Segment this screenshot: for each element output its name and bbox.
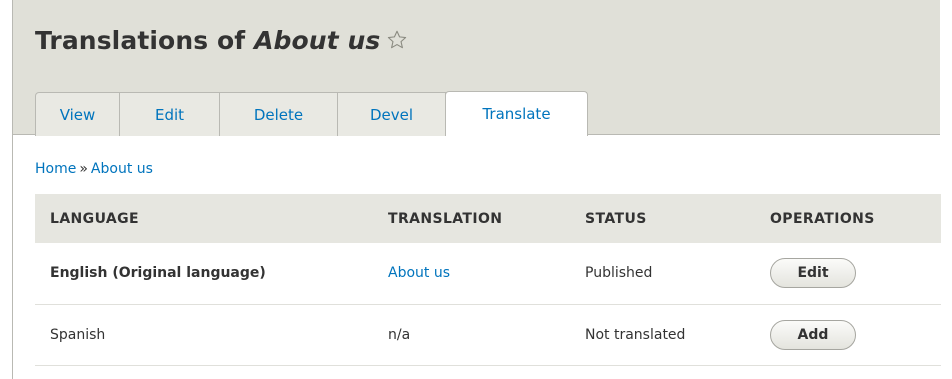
column-header-status: STATUS (585, 210, 647, 227)
table-row: English (Original language) About us Pub… (35, 243, 941, 304)
translation-link[interactable]: About us (388, 265, 450, 281)
table-row: Spanish n/a Not translated Add (35, 304, 941, 365)
breadcrumb-about-us[interactable]: About us (91, 161, 153, 177)
row-language: Spanish (50, 326, 106, 343)
row-language: English (Original language) (50, 265, 266, 282)
edit-button[interactable]: Edit (770, 258, 856, 289)
breadcrumb: Home» About us (35, 161, 153, 177)
tab-translate[interactable]: Translate (445, 91, 588, 136)
column-header-translation: TRANSLATION (388, 210, 503, 227)
row-status: Published (585, 265, 653, 282)
row-translation: About us (373, 243, 570, 304)
breadcrumb-home[interactable]: Home (35, 161, 76, 177)
tab-devel[interactable]: Devel (338, 92, 446, 136)
breadcrumb-separator: » (79, 161, 88, 177)
tab-delete[interactable]: Delete (220, 92, 338, 136)
primary-tabs: View Edit Delete Devel Translate (35, 91, 588, 136)
add-button[interactable]: Add (770, 319, 856, 350)
row-operations: Edit (755, 243, 941, 304)
row-operations: Add (755, 304, 941, 365)
column-header-language: LANGUAGE (50, 210, 139, 227)
tab-edit[interactable]: Edit (120, 92, 220, 136)
page-title-node: About us (254, 26, 381, 55)
page-title: Translations of About us (35, 26, 408, 55)
page-header: Translations of About us View Edit Delet… (13, 0, 940, 136)
page-title-prefix: Translations of (35, 26, 255, 55)
tab-view[interactable]: View (35, 92, 120, 136)
page-frame: Translations of About us View Edit Delet… (12, 0, 941, 379)
table-header-row: LANGUAGE TRANSLATION STATUS OPERATIONS (35, 194, 941, 243)
row-translation: n/a (388, 326, 411, 343)
translations-table: LANGUAGE TRANSLATION STATUS OPERATIONS E… (35, 194, 941, 366)
column-header-operations: OPERATIONS (770, 210, 875, 227)
row-status: Not translated (585, 326, 686, 343)
star-icon[interactable] (386, 29, 408, 51)
